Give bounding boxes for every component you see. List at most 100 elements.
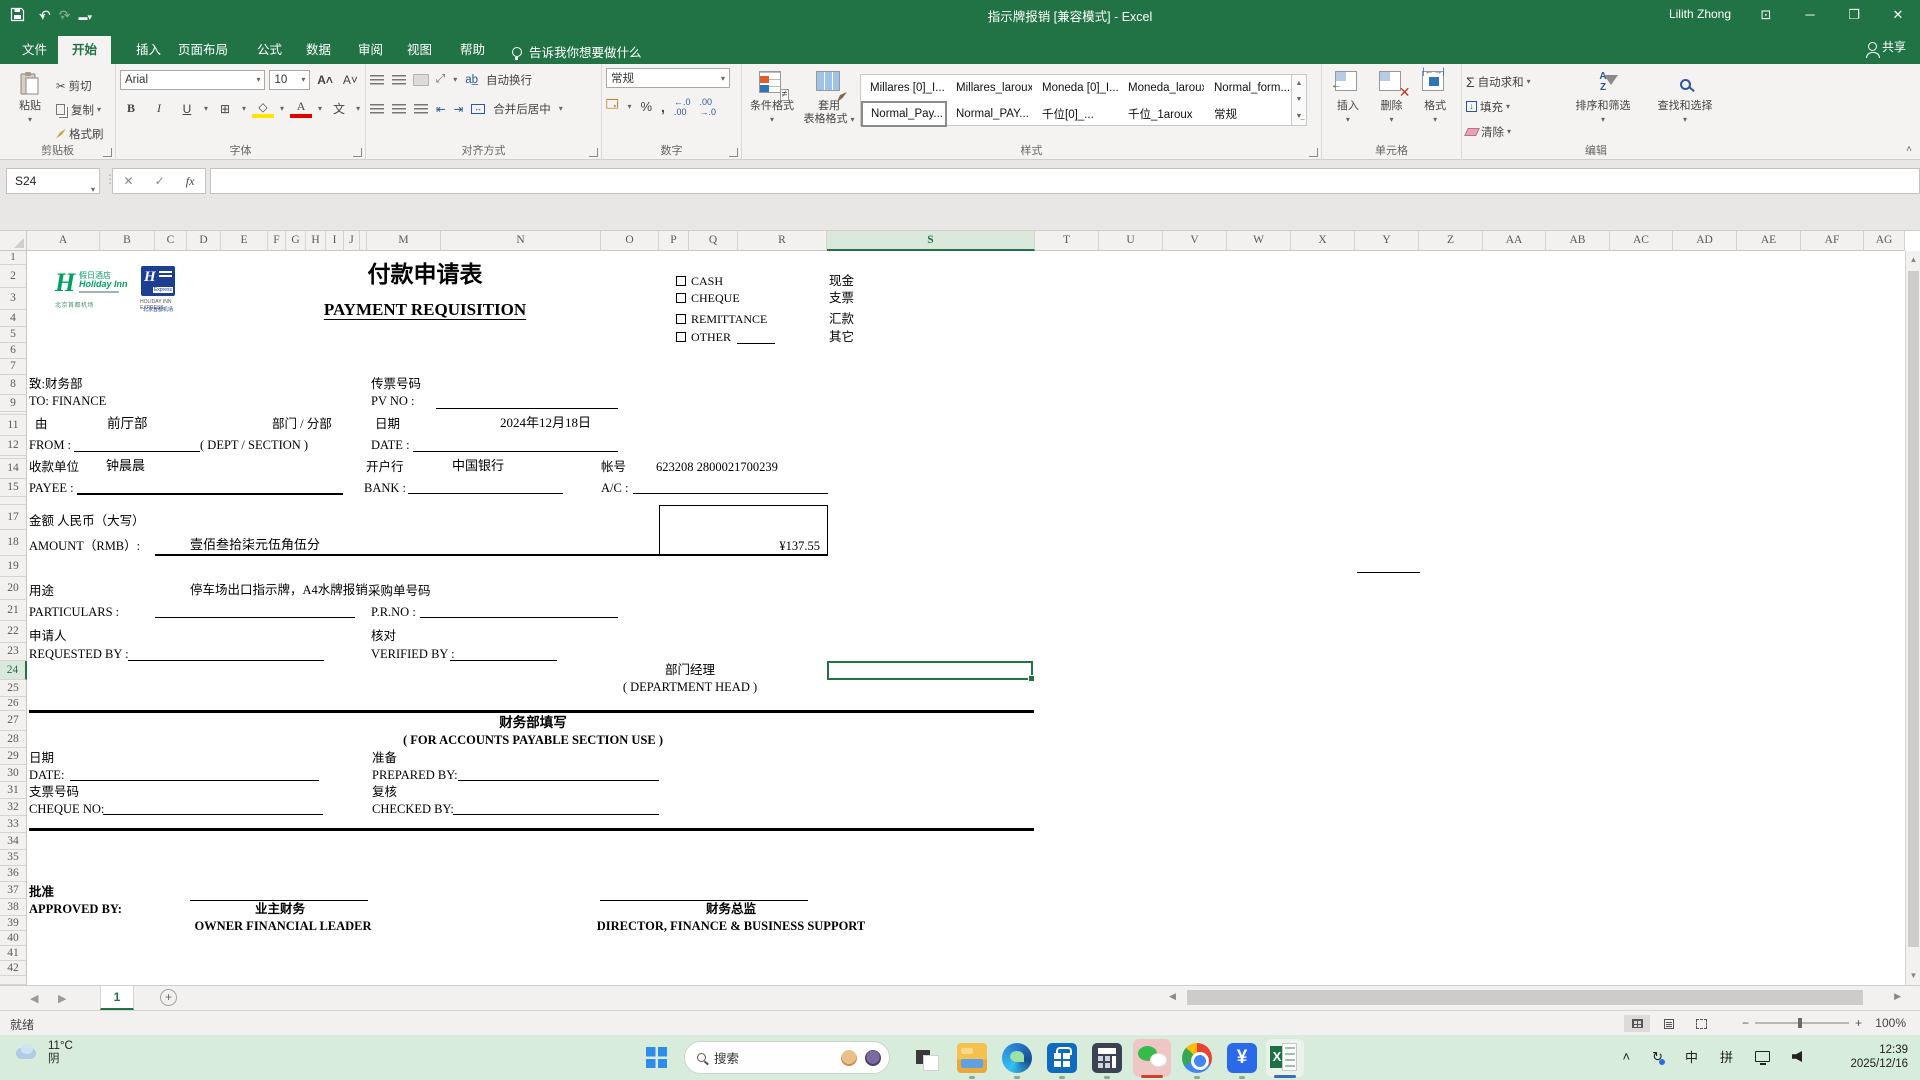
row-header-42[interactable]: 42	[0, 961, 27, 976]
column-header-AE[interactable]: AE	[1737, 231, 1801, 251]
column-header-AC[interactable]: AC	[1610, 231, 1673, 251]
column-header-B[interactable]: B	[100, 231, 155, 251]
bold-icon[interactable]: B	[120, 99, 142, 119]
start-button[interactable]	[646, 1047, 667, 1068]
find-select-button[interactable]: 查找和选择 ▾	[1644, 68, 1726, 142]
page-layout-view-button[interactable]	[1656, 1015, 1682, 1032]
collapse-ribbon-icon[interactable]: ˄	[1906, 144, 1912, 155]
taskbar-app-task-view[interactable]	[912, 1043, 942, 1073]
wrap-text-button[interactable]: 自动换行	[486, 72, 532, 88]
column-header-M[interactable]: M	[367, 231, 441, 251]
row-header-34[interactable]: 34	[0, 833, 27, 850]
column-header-A[interactable]: A	[27, 231, 100, 251]
weather-widget[interactable]: 11°C 阴	[14, 1040, 73, 1066]
ime-language-icon[interactable]: 中	[1685, 1047, 1698, 1066]
column-header-R[interactable]: R	[738, 231, 827, 251]
clock[interactable]: 12:39 2025/12/16	[1850, 1043, 1908, 1071]
tab-审阅[interactable]: 审阅	[344, 36, 397, 64]
row-header-30[interactable]: 30	[0, 765, 27, 782]
zoom-out-icon[interactable]: −	[1742, 1016, 1749, 1030]
row-header-12[interactable]: 12	[0, 436, 27, 456]
new-sheet-icon[interactable]: +	[160, 989, 177, 1006]
fill-color-icon[interactable]: ◇	[252, 100, 275, 118]
volume-icon[interactable]	[1792, 1051, 1802, 1062]
styles-gallery-scroll[interactable]: ▲ ▼ ▼̲	[1292, 74, 1307, 126]
delete-cells-button[interactable]: ✕ 删除 ▾	[1370, 68, 1414, 142]
font-name-combobox[interactable]: Arial ▾	[120, 69, 266, 90]
cell-style-Millares_laroux[interactable]: Millares_laroux	[947, 75, 1033, 101]
save-icon[interactable]	[10, 6, 25, 28]
row-header-25[interactable]: 25	[0, 680, 27, 697]
paste-button[interactable]: 粘贴 ▾	[4, 68, 56, 142]
zoom-in-icon[interactable]: +	[1855, 1016, 1862, 1030]
cell-style-Normal_form...[interactable]: Normal_form...	[1205, 75, 1291, 101]
fill-button[interactable]: ↓ 填充 ▾	[1466, 95, 1562, 118]
row-header-16[interactable]	[0, 497, 27, 505]
copy-button[interactable]: 复制 ▾	[56, 98, 104, 121]
taskbar-app-wechat-tile[interactable]	[1133, 1039, 1171, 1077]
row-header-8[interactable]: 8	[0, 375, 27, 395]
column-header-AA[interactable]: AA	[1483, 231, 1546, 251]
cell-style-Moneda [0]_I...[interactable]: Moneda [0]_I...	[1033, 75, 1119, 101]
cancel-icon[interactable]: ✕	[124, 174, 134, 188]
percent-icon[interactable]: %	[640, 99, 652, 114]
row-header-32[interactable]: 32	[0, 799, 27, 816]
undo-icon[interactable]: ↶▾	[39, 4, 51, 29]
zoom-slider[interactable]: − +	[1742, 1016, 1862, 1030]
column-header-AF[interactable]: AF	[1801, 231, 1864, 251]
sheet-canvas[interactable]: H 假日酒店 Holiday Inn 北京首都机场 H Express HOLID…	[27, 251, 1905, 985]
borders-icon[interactable]: ⊞	[214, 99, 236, 119]
merge-center-button[interactable]: 合并后居中	[493, 101, 551, 117]
styles-dialog-launcher[interactable]	[1309, 148, 1318, 157]
sheet-nav-next-icon[interactable]: ▶	[58, 992, 66, 1005]
normal-view-button[interactable]	[1624, 1015, 1650, 1032]
sort-filter-button[interactable]: AZ 排序和筛选 ▾	[1562, 68, 1644, 142]
tab-公式[interactable]: 公式	[243, 36, 296, 64]
column-header-V[interactable]: V	[1163, 231, 1227, 251]
row-header-39[interactable]: 39	[0, 916, 27, 931]
row-header-19[interactable]: 19	[0, 556, 27, 577]
orientation-icon[interactable]: ⤢	[436, 73, 445, 86]
column-header-O[interactable]: O	[601, 231, 659, 251]
ime-pinyin-icon[interactable]: 拼	[1720, 1047, 1733, 1066]
font-dialog-launcher[interactable]	[353, 148, 362, 157]
increase-indent-icon[interactable]: ⇥	[454, 102, 464, 116]
number-dialog-launcher[interactable]	[729, 148, 738, 157]
row-header-37[interactable]: 37	[0, 882, 27, 899]
row-header-6[interactable]: 6	[0, 343, 27, 359]
taskbar-app-excel[interactable]: X	[1270, 1043, 1298, 1071]
row-header-15[interactable]: 15	[0, 479, 27, 497]
insert-cells-button[interactable]: ← 插入 ▾	[1326, 68, 1370, 142]
row-header-35[interactable]: 35	[0, 850, 27, 866]
italic-icon[interactable]: I	[148, 99, 170, 119]
close-icon[interactable]: ✕	[1876, 0, 1920, 30]
row-header-9[interactable]: 9	[0, 395, 27, 412]
comma-icon[interactable]: ,	[661, 99, 665, 115]
row-header-1[interactable]: 1	[0, 251, 27, 265]
sheet-tab-1[interactable]: 1	[100, 986, 134, 1010]
horizontal-scrollbar[interactable]: ◀ ▶	[1165, 989, 1905, 1007]
column-header-C[interactable]: C	[155, 231, 187, 251]
redo-icon[interactable]: ↷▾	[59, 4, 71, 29]
row-header-27[interactable]: 27	[0, 711, 27, 731]
scroll-left-icon[interactable]: ◀	[1169, 991, 1176, 1002]
zoom-knob[interactable]	[1798, 1018, 1803, 1028]
row-header-20[interactable]: 20	[0, 577, 27, 600]
taskbar-app-microsoft-store[interactable]	[1047, 1043, 1077, 1073]
row-header-22[interactable]: 22	[0, 621, 27, 643]
increase-decimal-icon[interactable]: ←.0.00	[674, 97, 691, 117]
row-header-17[interactable]: 17	[0, 505, 27, 530]
row-header-14[interactable]: 14	[0, 459, 27, 479]
column-header-T[interactable]: T	[1035, 231, 1099, 251]
column-header-S[interactable]: S	[827, 231, 1035, 251]
align-left-icon[interactable]	[370, 103, 384, 114]
align-top-icon[interactable]	[370, 74, 384, 85]
tab-开始[interactable]: 开始	[58, 36, 112, 64]
row-header-23[interactable]: 23	[0, 643, 27, 661]
sync-icon[interactable]: ↻	[1652, 1049, 1665, 1065]
select-all-corner[interactable]	[0, 231, 27, 251]
checkbox-cash[interactable]	[676, 276, 686, 286]
taskbar-app-file-explorer[interactable]	[957, 1043, 987, 1073]
checkbox-remittance[interactable]	[676, 314, 686, 324]
column-header-U[interactable]: U	[1099, 231, 1163, 251]
